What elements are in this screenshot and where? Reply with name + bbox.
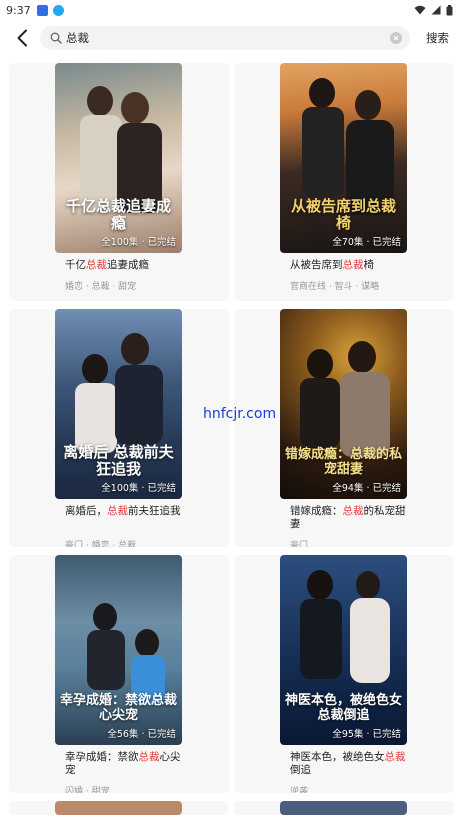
search-header: 搜索 (0, 24, 463, 52)
episode-count: 全56集 · 已完结 (107, 729, 176, 740)
app-notification-icon (36, 4, 48, 16)
drama-title[interactable]: 幸孕成婚：禁欲总裁心尖宠 (65, 751, 185, 777)
episode-count: 全94集 · 已完结 (332, 483, 401, 494)
search-box[interactable] (40, 26, 410, 50)
close-icon (393, 35, 399, 41)
drama-tags: 豪门 (290, 541, 309, 547)
cover-title-art: 神医本色，被绝色女总裁倒追 (284, 693, 402, 723)
drama-title[interactable]: 神医本色，被绝色女总裁倒追 (290, 751, 410, 777)
back-button[interactable] (2, 24, 42, 52)
drama-card-partial[interactable] (9, 801, 229, 815)
status-time: 9:37 (6, 3, 31, 17)
watermark: hnfcjr.com (203, 406, 277, 422)
drama-card[interactable]: 神医本色，被绝色女总裁倒追 全95集 · 已完结 神医本色，被绝色女总裁倒追 逆… (234, 555, 454, 793)
drama-tags: 逆袭 (290, 787, 309, 793)
search-icon (50, 32, 62, 44)
drama-card[interactable]: 幸孕成婚：禁欲总裁心尖宠 全56集 · 已完结 幸孕成婚：禁欲总裁心尖宠 闪婚 … (9, 555, 229, 793)
episode-count: 全100集 · 已完结 (101, 237, 176, 248)
cover-title-art: 幸孕成婚：禁欲总裁心尖宠 (59, 693, 177, 723)
cover-title-art: 错嫁成瘾：总裁的私宠甜妻 (284, 447, 402, 477)
drama-cover[interactable]: 离婚后 总裁前夫狂追我 全100集 · 已完结 (55, 309, 182, 499)
drama-card[interactable]: 错嫁成瘾：总裁的私宠甜妻 全94集 · 已完结 错嫁成瘾：总裁的私宠甜妻 豪门 (234, 309, 454, 547)
clear-button[interactable] (390, 32, 402, 44)
drama-tags: 婚恋 · 总裁 · 甜宠 (65, 282, 137, 292)
battery-icon (446, 4, 453, 15)
signal-icon (431, 5, 441, 15)
drama-title[interactable]: 离婚后，总裁前夫狂追我 (65, 505, 185, 518)
drama-cover[interactable] (280, 801, 407, 815)
drama-cover[interactable]: 千亿总裁追妻成瘾 全100集 · 已完结 (55, 63, 182, 253)
drama-card[interactable]: 千亿总裁追妻成瘾 全100集 · 已完结 千亿总裁追妻成瘾 婚恋 · 总裁 · … (9, 63, 229, 301)
results-grid: 千亿总裁追妻成瘾 全100集 · 已完结 千亿总裁追妻成瘾 婚恋 · 总裁 · … (9, 63, 454, 815)
drama-tags: 豪门 · 婚恋 · 总裁 (65, 541, 137, 547)
status-bar: 9:37 (0, 0, 463, 20)
drama-cover[interactable]: 从被告席到总裁椅 全70集 · 已完结 (280, 63, 407, 253)
drama-title[interactable]: 错嫁成瘾：总裁的私宠甜妻 (290, 505, 410, 531)
drama-cover[interactable]: 神医本色，被绝色女总裁倒追 全95集 · 已完结 (280, 555, 407, 745)
episode-count: 全100集 · 已完结 (101, 483, 176, 494)
cover-title-art: 离婚后 总裁前夫狂追我 (63, 443, 174, 478)
drama-cover[interactable] (55, 801, 182, 815)
drama-title[interactable]: 千亿总裁追妻成瘾 (65, 259, 185, 272)
cover-title-art: 千亿总裁追妻成瘾 (65, 197, 171, 232)
drama-tags: 官商在线 · 智斗 · 谋略 (290, 282, 380, 292)
qq-notification-icon (52, 4, 64, 16)
drama-card[interactable]: 离婚后 总裁前夫狂追我 全100集 · 已完结 离婚后，总裁前夫狂追我 豪门 ·… (9, 309, 229, 547)
wifi-icon (414, 5, 426, 15)
chevron-left-icon (17, 29, 27, 47)
drama-title[interactable]: 从被告席到总裁椅 (290, 259, 410, 272)
drama-card[interactable]: 从被告席到总裁椅 全70集 · 已完结 从被告席到总裁椅 官商在线 · 智斗 ·… (234, 63, 454, 301)
drama-cover[interactable]: 错嫁成瘾：总裁的私宠甜妻 全94集 · 已完结 (280, 309, 407, 499)
episode-count: 全95集 · 已完结 (332, 729, 401, 740)
drama-cover[interactable]: 幸孕成婚：禁欲总裁心尖宠 全56集 · 已完结 (55, 555, 182, 745)
cover-title-art: 从被告席到总裁椅 (290, 197, 396, 232)
drama-tags: 闪婚 · 甜宠 (65, 787, 110, 793)
search-button[interactable]: 搜索 (426, 30, 449, 46)
search-input[interactable] (66, 28, 390, 48)
drama-card-partial[interactable] (234, 801, 454, 815)
episode-count: 全70集 · 已完结 (332, 237, 401, 248)
